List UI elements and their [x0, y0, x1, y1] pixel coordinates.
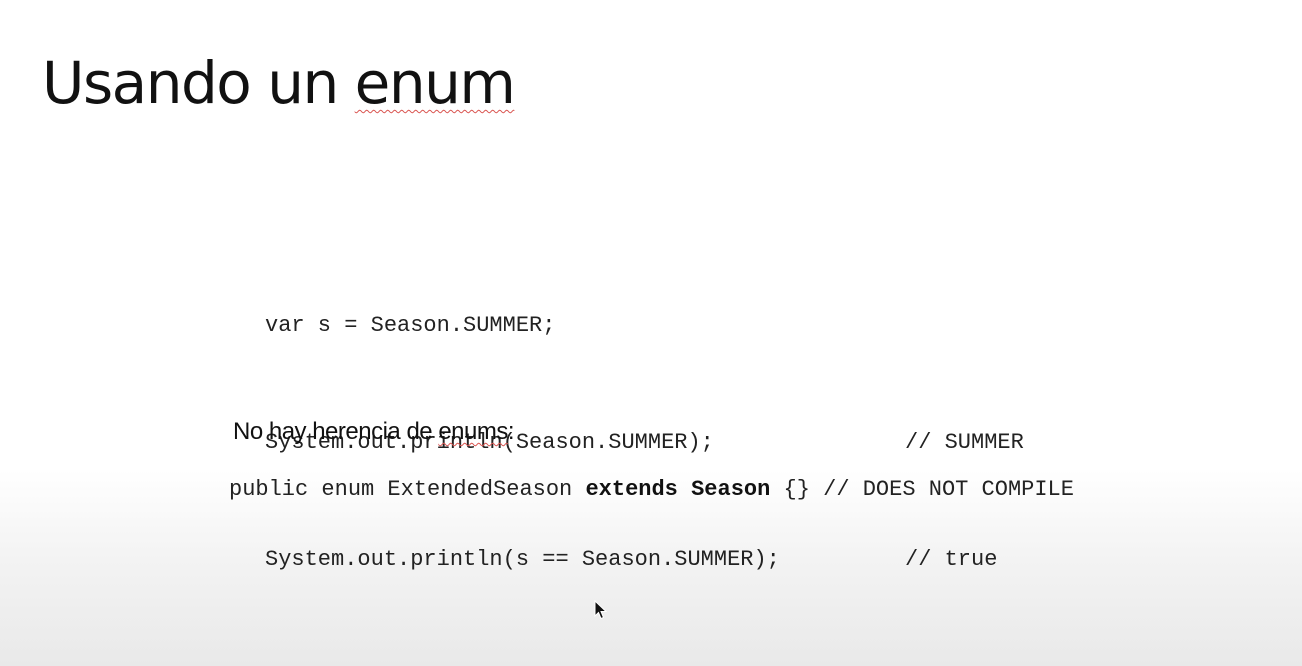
slide-title: Usando un enum	[42, 49, 516, 117]
subheading-colon: :	[507, 418, 515, 445]
example-suffix: {} // DOES NOT COMPILE	[770, 477, 1074, 502]
subheading-text: No hay herencia de	[233, 418, 439, 445]
example-bold-keyword: extends Season	[585, 477, 771, 502]
mouse-pointer-icon	[594, 600, 608, 620]
code-comment: // true	[905, 547, 998, 572]
example-prefix: public enum ExtendedSeason	[229, 477, 586, 502]
title-misspelled-word: enum	[354, 49, 516, 117]
code-comment: // SUMMER	[905, 430, 1024, 455]
code-text: System.out.println(s == Season.SUMMER);	[265, 547, 780, 572]
subheading-misspelled-word: enums	[438, 418, 508, 445]
title-text: Usando un	[42, 49, 355, 117]
subheading: No hay herencia de enums:	[233, 418, 515, 446]
code-line: var s = Season.SUMMER;	[265, 306, 780, 345]
code-text: var s = Season.SUMMER;	[265, 313, 556, 338]
non-compiling-example: public enum ExtendedSeason extends Seaso…	[229, 470, 1149, 509]
slide: Usando un enum var s = Season.SUMMER; Sy…	[0, 0, 1302, 666]
code-line: System.out.println(s == Season.SUMMER); /…	[265, 540, 997, 579]
